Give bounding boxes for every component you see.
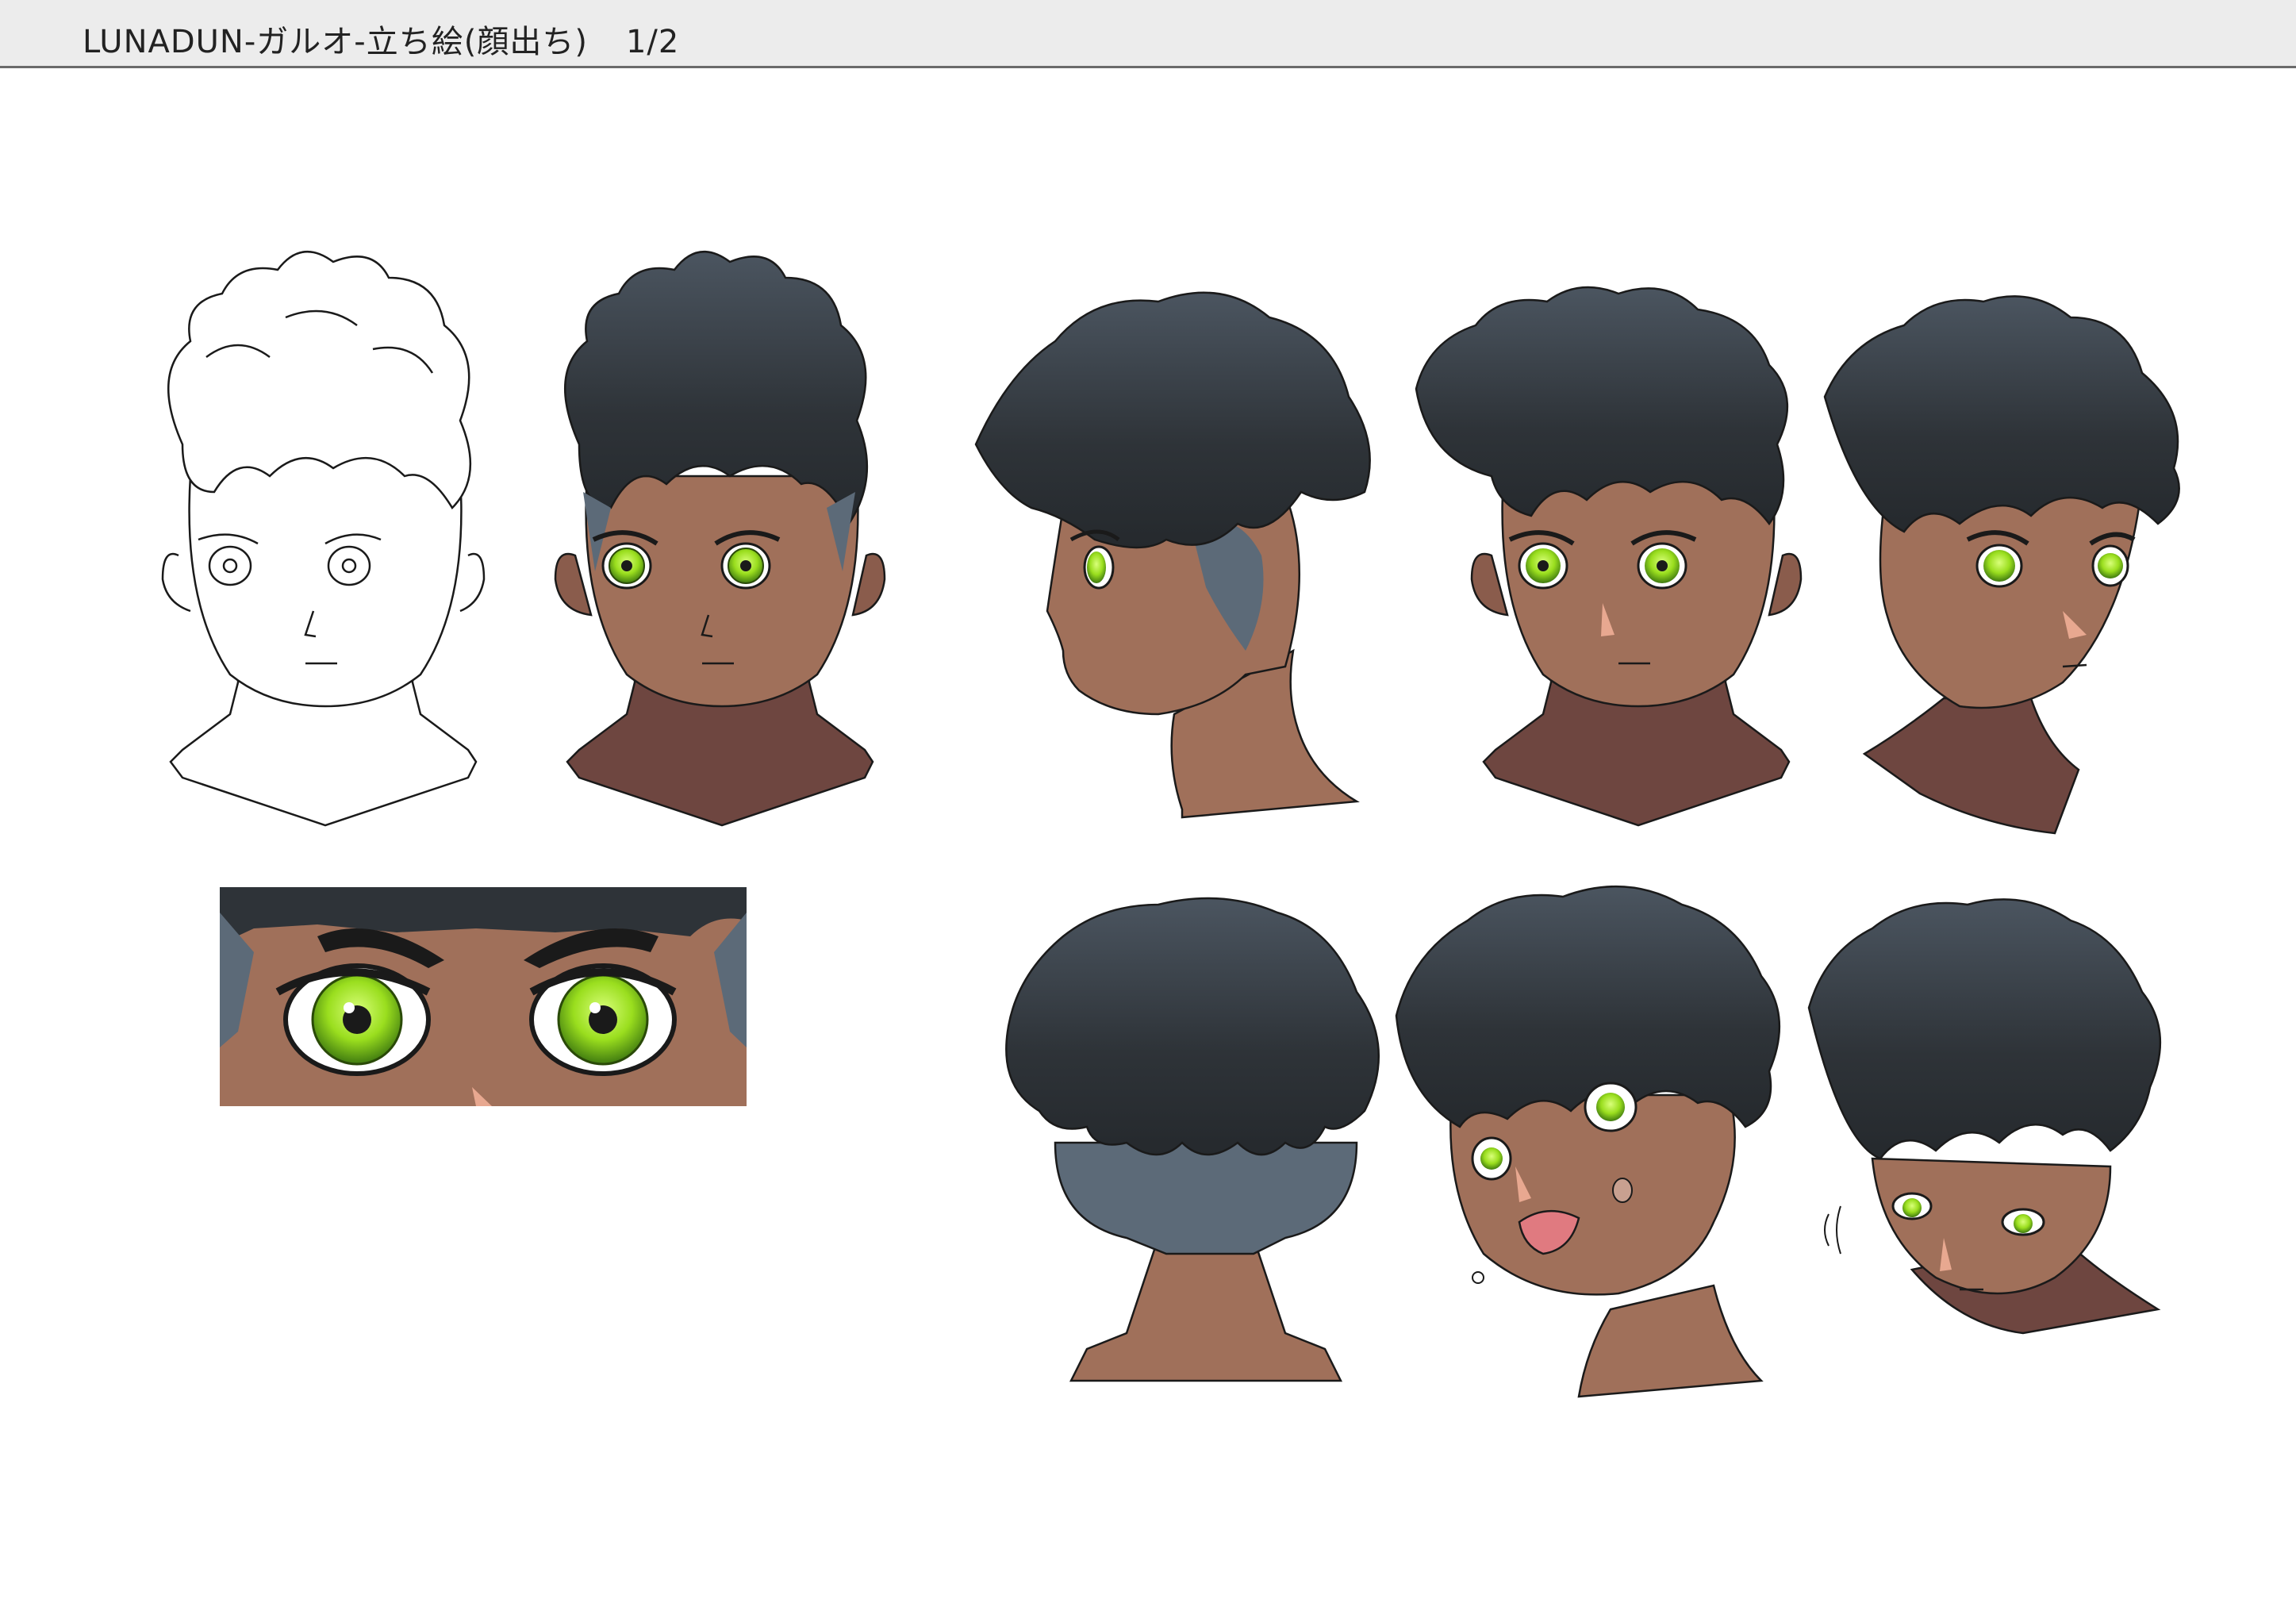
color-front-view	[554, 250, 886, 827]
character-sheet-canvas	[161, 250, 2180, 1398]
lineart-front-view	[161, 250, 486, 827]
eye-closeup-panel	[220, 887, 747, 1106]
surprised-tilt-view	[1395, 885, 1781, 1398]
three-quarter-view	[1823, 295, 2180, 835]
profile-left-view	[974, 291, 1371, 819]
back-view	[1005, 897, 1380, 1382]
front-neutral-view	[1415, 286, 1803, 827]
head-down-view	[1807, 898, 2162, 1335]
